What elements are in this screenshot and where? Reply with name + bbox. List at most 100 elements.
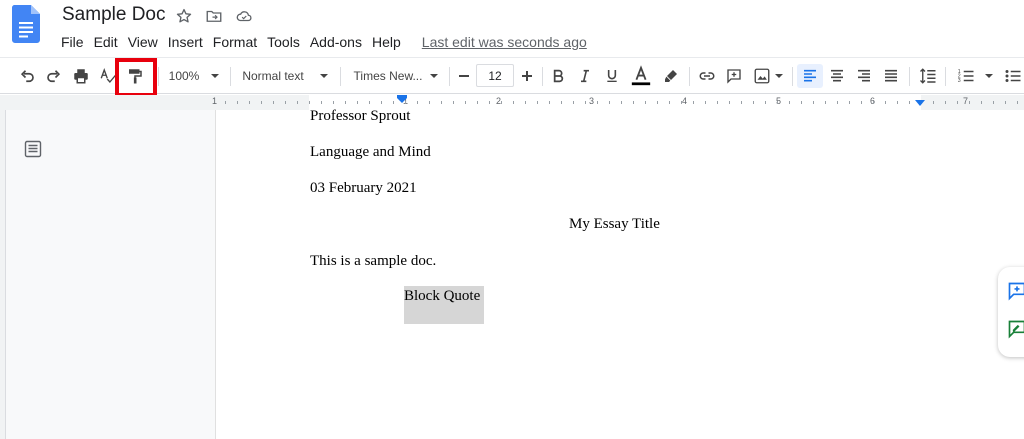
ruler-tick — [465, 101, 466, 104]
ruler-tick — [489, 101, 490, 104]
body-paragraph[interactable]: This is a sample doc. — [310, 253, 436, 270]
paint-format-icon — [129, 69, 142, 84]
right-indent-marker-icon[interactable] — [914, 100, 926, 109]
last-edit-link[interactable]: Last edit was seconds ago — [422, 32, 587, 52]
add-comment-icon[interactable] — [1007, 281, 1024, 301]
document-title[interactable]: Sample Doc — [62, 4, 166, 26]
ruler-tick — [1017, 101, 1018, 104]
ruler-tick — [693, 101, 694, 104]
text-color-icon — [631, 65, 651, 86]
vertical-ruler[interactable] — [0, 110, 6, 439]
line-spacing-icon — [920, 68, 936, 84]
undo-button[interactable] — [16, 64, 38, 88]
highlight-color-button[interactable] — [660, 64, 682, 88]
insert-image-button[interactable] — [750, 64, 786, 88]
align-right-button[interactable] — [853, 64, 875, 88]
font-size-input[interactable]: 12 — [476, 64, 514, 87]
horizontal-ruler[interactable]: 1 1 2 3 4 5 6 7 — [0, 95, 1024, 110]
ruler-tick — [873, 101, 874, 104]
style-value: Normal text — [242, 69, 304, 83]
menu-add-ons[interactable]: Add-ons — [305, 32, 367, 52]
doc-line-course[interactable]: Language and Mind — [310, 144, 431, 161]
menu-edit[interactable]: Edit — [89, 32, 123, 52]
ruler-tick — [633, 101, 634, 104]
decrease-font-size-button[interactable] — [453, 64, 475, 88]
print-button[interactable] — [70, 64, 92, 88]
ruler-tick — [417, 101, 418, 104]
essay-title[interactable]: My Essay Title — [569, 216, 660, 233]
ruler-tick — [225, 101, 226, 104]
move-to-folder-icon[interactable] — [205, 7, 223, 25]
ruler-tick — [285, 101, 286, 104]
ruler-tick — [345, 101, 346, 104]
line-spacing-button[interactable] — [917, 64, 939, 88]
ruler-tick — [825, 101, 826, 104]
menu-tools[interactable]: Tools — [262, 32, 305, 52]
ruler-tick — [705, 101, 706, 104]
star-icon[interactable] — [175, 7, 193, 25]
svg-text:3: 3 — [958, 78, 961, 84]
align-center-button[interactable] — [826, 64, 848, 88]
ruler-tick — [909, 101, 910, 104]
document-page[interactable]: Professor Sprout Language and Mind 03 Fe… — [215, 108, 1024, 439]
ruler-tick — [801, 101, 802, 104]
ruler-tick — [429, 101, 430, 104]
justify-button[interactable] — [880, 64, 902, 88]
font-value: Times New... — [353, 69, 423, 83]
numbered-list-button[interactable]: 123 — [953, 64, 997, 88]
block-quote[interactable]: Block Quote — [404, 288, 480, 305]
document-outline-icon[interactable] — [24, 140, 42, 158]
ruler-tick — [837, 101, 838, 104]
ruler-tick — [897, 101, 898, 104]
spellcheck-icon — [100, 68, 117, 84]
redo-icon — [47, 70, 61, 83]
underline-icon — [607, 70, 617, 82]
paint-format-button[interactable] — [124, 64, 146, 88]
header: Sample Doc File Edit View Insert Format … — [0, 0, 1024, 56]
numbered-list-icon: 123 — [958, 69, 974, 84]
ruler-tick — [621, 101, 622, 104]
redo-button[interactable] — [43, 64, 65, 88]
italic-button[interactable] — [574, 64, 596, 88]
doc-line-date[interactable]: 03 February 2021 — [310, 180, 417, 197]
bold-button[interactable] — [547, 64, 569, 88]
menu-help[interactable]: Help — [367, 32, 406, 52]
title-icons — [175, 7, 253, 25]
ruler-tick — [501, 101, 502, 104]
suggest-edits-icon[interactable] — [1007, 319, 1024, 339]
ruler-tick — [729, 101, 730, 104]
menu-insert[interactable]: Insert — [163, 32, 208, 52]
docs-logo-icon[interactable] — [12, 5, 40, 43]
style-select[interactable]: Normal text — [238, 64, 332, 88]
ruler-tick — [885, 101, 886, 104]
underline-button[interactable] — [601, 64, 623, 88]
text-color-button[interactable] — [628, 64, 654, 88]
menu-file[interactable]: File — [56, 32, 89, 52]
ruler-tick — [537, 101, 538, 104]
document-workspace: Professor Sprout Language and Mind 03 Fe… — [0, 108, 1024, 439]
ruler-tick — [741, 101, 742, 104]
ruler-tick — [369, 101, 370, 104]
chevron-down-icon — [319, 74, 328, 78]
first-line-indent-marker-icon[interactable] — [396, 95, 408, 104]
menu-format[interactable]: Format — [208, 32, 262, 52]
ruler-tick — [645, 101, 646, 104]
increase-font-size-button[interactable] — [516, 64, 538, 88]
spellcheck-button[interactable] — [97, 64, 119, 88]
ruler-tick — [357, 101, 358, 104]
bulleted-list-button[interactable] — [1004, 64, 1024, 88]
insert-link-button[interactable] — [696, 64, 718, 88]
ruler-tick — [381, 101, 382, 104]
insert-comment-button[interactable] — [723, 64, 745, 88]
plus-icon — [522, 71, 532, 81]
doc-line-professor[interactable]: Professor Sprout — [310, 108, 410, 125]
font-select[interactable]: Times New... — [348, 64, 444, 88]
menu-view[interactable]: View — [123, 32, 163, 52]
link-icon — [699, 72, 715, 80]
align-left-button[interactable] — [797, 64, 823, 88]
ruler-tick — [957, 101, 958, 104]
cloud-saved-icon[interactable] — [235, 7, 253, 25]
zoom-select[interactable]: 100% — [166, 64, 222, 88]
image-icon — [754, 68, 770, 84]
undo-icon — [20, 70, 34, 83]
